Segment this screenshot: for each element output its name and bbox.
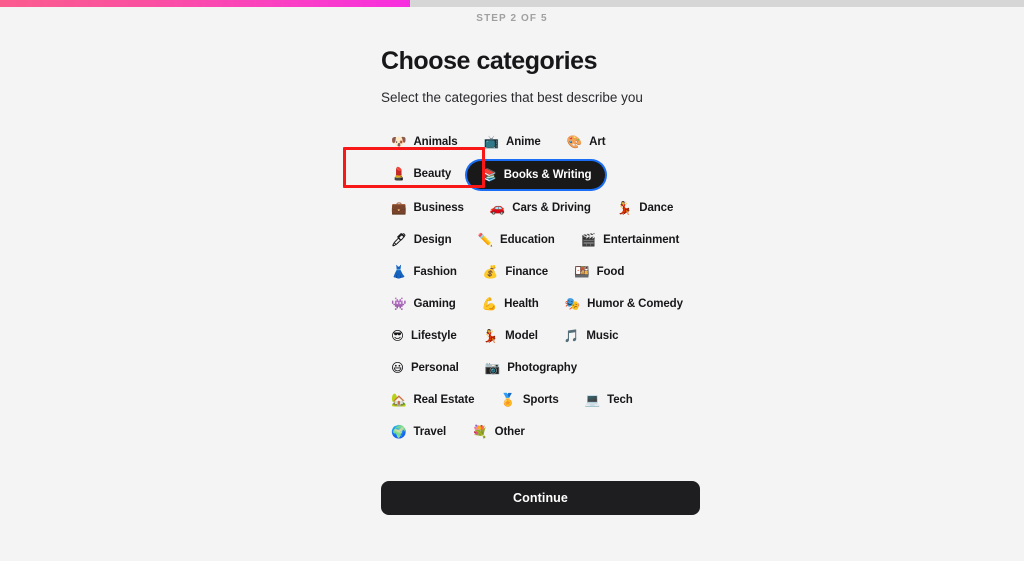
category-chip-personal[interactable]: 😃 Personal (381, 355, 469, 381)
category-chip-fashion[interactable]: 👗 Fashion (381, 259, 467, 285)
category-chip-music[interactable]: 🎵 Music (554, 323, 629, 349)
camera-icon: 📷 (484, 359, 501, 375)
category-chip-animals[interactable]: 🐶 Animals (381, 129, 468, 155)
continue-button[interactable]: Continue (381, 481, 700, 515)
artist-palette-icon: 🎨 (566, 133, 583, 149)
onboarding-progress-bar (0, 0, 1024, 7)
performing-arts-icon: 🎭 (564, 295, 581, 311)
category-chip-health[interactable]: 💪 Health (472, 291, 549, 317)
pen-icon: 🖊 (391, 231, 407, 247)
category-chip-label: Music (586, 330, 619, 342)
category-chip-label: Other (494, 426, 525, 438)
category-chip-label: Food (596, 266, 625, 278)
category-chip-label: Humor & Comedy (587, 298, 683, 310)
category-chip-dance[interactable]: 💃 Dance (607, 195, 684, 221)
category-chip-label: Dance (639, 202, 674, 214)
category-chip-entertainment[interactable]: 🎬 Entertainment (571, 227, 690, 253)
category-chip-books-writing[interactable]: 📚 Books & Writing (467, 161, 606, 189)
category-chip-label: Tech (607, 394, 633, 406)
pencil-icon: ✏️ (477, 231, 494, 247)
category-chip-label: Health (504, 298, 539, 310)
category-chip-label: Design (413, 234, 452, 246)
category-chip-business[interactable]: 💼 Business (381, 195, 474, 221)
category-chip-label: Entertainment (603, 234, 680, 246)
category-chip-education[interactable]: ✏️ Education (468, 227, 565, 253)
onboarding-content: Choose categories Select the categories … (352, 46, 683, 448)
flexed-biceps-icon: 💪 (481, 295, 498, 311)
page-subtitle: Select the categories that best describe… (381, 90, 643, 105)
category-chip-design[interactable]: 🖊 Design (381, 227, 462, 253)
category-chip-beauty[interactable]: 💄 Beauty (381, 161, 461, 187)
category-chip-label: Education (500, 234, 555, 246)
lipstick-icon: 💄 (391, 165, 407, 181)
progress-bar-fill (0, 0, 410, 7)
footer-actions: Continue (352, 481, 700, 515)
category-chip-finance[interactable]: 💰 Finance (473, 259, 558, 285)
category-chip-food[interactable]: 🍱 Food (564, 259, 634, 285)
category-chip-cars-driving[interactable]: 🚗 Cars & Driving (480, 195, 601, 221)
category-chip-label: Gaming (413, 298, 456, 310)
category-chip-travel[interactable]: 🌍 Travel (381, 419, 456, 445)
category-chip-real-estate[interactable]: 🏡 Real Estate (381, 387, 484, 413)
category-chip-label: Personal (410, 362, 459, 374)
category-chip-label: Travel (413, 426, 447, 438)
smiling-face-sunglasses-icon: 😎 (391, 327, 404, 343)
category-chip-label: Photography (507, 362, 578, 374)
category-chip-label: Beauty (413, 168, 452, 180)
category-chip-anime[interactable]: 📺 Anime (474, 129, 551, 155)
category-chip-sports[interactable]: 🏅 Sports (490, 387, 568, 413)
category-chip-gaming[interactable]: 👾 Gaming (381, 291, 466, 317)
category-chip-label: Finance (505, 266, 549, 278)
money-bag-icon: 💰 (482, 263, 499, 279)
musical-note-icon: 🎵 (563, 327, 580, 343)
category-chip-lifestyle[interactable]: 😎 Lifestyle (381, 323, 467, 349)
category-chip-label: Lifestyle (410, 330, 457, 342)
house-with-garden-icon: 🏡 (391, 391, 407, 407)
category-chip-label: Sports (522, 394, 559, 406)
alien-monster-icon: 👾 (391, 295, 407, 311)
category-chip-label: Business (413, 202, 464, 214)
dog-face-icon: 🐶 (391, 133, 407, 149)
category-chip-tech[interactable]: 💻 Tech (575, 387, 643, 413)
category-chip-other[interactable]: 💐 Other (462, 419, 535, 445)
smiling-face-icon: 😃 (391, 359, 404, 375)
category-chip-label: Real Estate (413, 394, 475, 406)
model-pose-icon: 💃 (482, 327, 499, 343)
sports-medal-icon: 🏅 (500, 391, 516, 407)
category-chip-humor-comedy[interactable]: 🎭 Humor & Comedy (555, 291, 693, 317)
category-chip-art[interactable]: 🎨 Art (557, 129, 616, 155)
category-chip-label: Cars & Driving (512, 202, 591, 214)
step-indicator: STEP 2 OF 5 (476, 13, 548, 24)
bouquet-icon: 💐 (472, 423, 488, 439)
onboarding-page: STEP 2 OF 5 Choose categories Select the… (4, 7, 1020, 561)
page-title: Choose categories (381, 47, 598, 75)
category-chip-label: Fashion (413, 266, 457, 278)
category-chip-label: Art (589, 136, 606, 148)
category-chip-label: Books & Writing (503, 169, 592, 181)
category-chip-photography[interactable]: 📷 Photography (475, 355, 587, 381)
category-chip-model[interactable]: 💃 Model (473, 323, 548, 349)
dress-icon: 👗 (391, 263, 407, 279)
category-chip-list: 🐶 Animals 📺 Anime 🎨 Art 💄 Beauty 📚 Books & Writin… (381, 126, 701, 448)
laptop-icon: 💻 (584, 391, 601, 407)
category-chip-label: Anime (505, 136, 541, 148)
bento-box-icon: 🍱 (574, 263, 590, 279)
category-chip-label: Animals (413, 136, 458, 148)
category-chip-label: Model (505, 330, 538, 342)
television-icon: 📺 (483, 133, 500, 149)
dancer-icon: 💃 (616, 199, 633, 215)
books-icon: 📚 (481, 166, 497, 182)
globe-icon: 🌍 (391, 423, 407, 439)
clapper-board-icon: 🎬 (580, 231, 597, 247)
car-icon: 🚗 (489, 199, 506, 215)
briefcase-icon: 💼 (391, 199, 407, 215)
